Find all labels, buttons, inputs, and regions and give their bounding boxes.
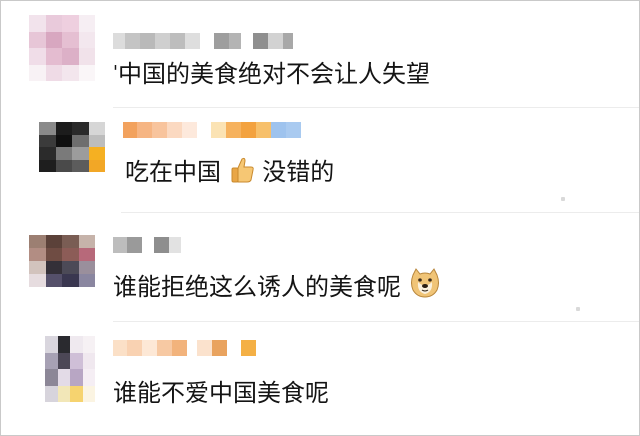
avatar[interactable]	[29, 235, 95, 287]
avatar[interactable]	[45, 336, 95, 402]
username[interactable]	[113, 33, 293, 49]
comment-prefix: '	[113, 62, 118, 83]
comment-text: '中国的美食绝对不会让人失望	[113, 59, 430, 92]
comment-text: 吃在中国 没错的	[125, 156, 334, 187]
decorative-dot	[576, 307, 580, 311]
comment-body: 中国的美食绝对不会让人失望	[117, 60, 430, 88]
thumbs-up-icon	[231, 157, 254, 183]
comment-item[interactable]: '中国的美食绝对不会让人失望	[1, 1, 639, 111]
comment-item[interactable]: 谁能不爱中国美食呢	[1, 322, 639, 435]
username[interactable]	[113, 340, 256, 356]
comment-item[interactable]: 吃在中国 没错的	[1, 108, 639, 212]
username[interactable]	[113, 237, 181, 253]
comment-list: '中国的美食绝对不会让人失望 吃在中国 没错的 谁能拒绝这么诱人的美食呢 谁能不…	[0, 0, 640, 436]
doge-icon	[410, 268, 439, 298]
comment-text: 谁能拒绝这么诱人的美食呢	[113, 267, 441, 302]
comment-body: 谁能拒绝这么诱人的美食呢	[113, 273, 401, 301]
comment-item[interactable]: 谁能拒绝这么诱人的美食呢	[1, 213, 639, 323]
username[interactable]	[123, 122, 301, 138]
comment-body-before: 吃在中国	[125, 158, 221, 186]
avatar[interactable]	[39, 122, 105, 172]
decorative-dot	[561, 197, 565, 201]
comment-text: 谁能不爱中国美食呢	[113, 378, 329, 408]
avatar[interactable]	[29, 15, 95, 81]
comment-body-after: 没错的	[262, 158, 335, 186]
comment-body: 谁能不爱中国美食呢	[113, 379, 329, 407]
